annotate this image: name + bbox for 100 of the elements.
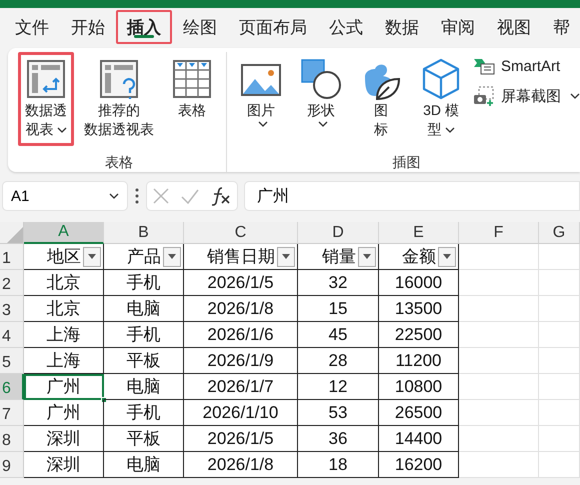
table-cell: 平板 [104,426,184,452]
ribbon-tab[interactable]: 数据 [374,10,430,44]
table-cell: 手机 [104,270,184,296]
ribbon-tab[interactable]: 文件 [4,10,60,44]
ribbon-button[interactable]: 表格 [164,52,220,146]
table-cell: 上海 [24,348,104,374]
smartart-icon [473,56,495,76]
table-cell: 18 [298,452,379,478]
ribbon-button[interactable]: 数据透 视表 [18,52,74,146]
table-cell: 电脑 [104,374,184,400]
table-cell: 2026/1/8 [184,452,298,478]
table-cell: 北京 [24,296,104,322]
ribbon-button[interactable]: 形状 [293,52,349,146]
ribbon-tab[interactable]: 视图 [486,10,542,44]
table-cell: 北京 [24,270,104,296]
column-header[interactable]: B [104,222,184,244]
empty-cell [539,426,580,452]
ribbon-tab[interactable]: 插入 [116,10,172,44]
row-header[interactable]: 2 [0,270,24,296]
empty-cell [539,244,580,270]
table-cell: 32 [298,270,379,296]
dropdown-caret-icon [282,254,290,259]
dropdown-caret-icon [88,254,96,259]
filter-button[interactable] [358,246,376,266]
table-cell: 2026/1/7 [184,374,298,400]
table-icon [170,57,214,101]
ribbon-tab[interactable]: 帮 [542,10,580,44]
empty-cell [539,400,580,426]
table-cell: 11200 [379,348,459,374]
table-cell: 广州 [24,374,104,400]
function-icon[interactable] [210,186,232,206]
table-cell-text: 产品 [127,246,161,268]
empty-cell [539,452,580,478]
table-cell: 深圳 [24,452,104,478]
row-header[interactable]: 4 [0,322,24,348]
filter-button[interactable] [83,246,101,266]
ribbon-tab[interactable]: 公式 [318,10,374,44]
empty-cell [539,348,580,374]
column-header[interactable]: G [539,222,580,244]
ribbon-button[interactable]: 图 标 [353,52,409,146]
row-header[interactable]: 1 [0,244,24,270]
table-cell: 53 [298,400,379,426]
more-options-icon[interactable] [134,188,140,204]
table-cell: 26500 [379,400,459,426]
table-cell-text: 销量 [322,246,356,268]
table-cell: 12 [298,374,379,400]
column-header[interactable]: D [298,222,379,244]
empty-cell [539,270,580,296]
group-label: 表格 [105,154,133,172]
table-cell: 手机 [104,400,184,426]
ribbon-tab[interactable]: 绘图 [172,10,228,44]
empty-cell [539,322,580,348]
column-header[interactable]: F [459,222,539,244]
empty-cell [539,296,580,322]
table-cell: 2026/1/6 [184,322,298,348]
row-header[interactable]: 5 [0,348,24,374]
table-cell: 2026/1/5 [184,426,298,452]
table-cell: 15 [298,296,379,322]
filter-button[interactable] [438,246,456,266]
ribbon-button[interactable]: 图片 [233,52,289,146]
table-cell: 2026/1/8 [184,296,298,322]
filter-button[interactable] [163,246,181,266]
dropdown-caret-icon [109,192,119,200]
table-cell: 13500 [379,296,459,322]
dropdown-caret-icon [168,254,176,259]
corner-triangle-icon [7,227,23,243]
table-cell: 28 [298,348,379,374]
row-header[interactable]: 9 [0,452,24,478]
ribbon-button[interactable]: SmartArt [473,56,580,76]
ribbon-tab[interactable]: 开始 [60,10,116,44]
ribbon-button[interactable]: 3D 模 型 [413,52,469,146]
row-header[interactable]: 8 [0,426,24,452]
ribbon-tab[interactable]: 页面布局 [228,10,318,44]
table-cell: 14400 [379,426,459,452]
ribbon-button[interactable]: 推荐的 数据透视表 [78,52,160,146]
ribbon-button[interactable]: 屏幕截图 [473,86,580,106]
row-header[interactable]: 7 [0,400,24,426]
table-cell: 22500 [379,322,459,348]
shapes-icon [299,57,343,101]
table-cell: 上海 [24,322,104,348]
table-cell-text: 地区 [47,246,81,268]
empty-cell [539,374,580,400]
name-box[interactable]: A1 [2,181,128,211]
group-label: 插图 [392,154,420,172]
table-cell: 电脑 [104,452,184,478]
pivot-table-icon [24,57,68,101]
table-cell: 2026/1/10 [184,400,298,426]
camera-screenshot-icon [473,86,495,106]
table-cell: 平板 [104,348,184,374]
row-header[interactable]: 3 [0,296,24,322]
table-cell: 16000 [379,270,459,296]
filter-button[interactable] [277,246,295,266]
column-header[interactable]: E [379,222,459,244]
column-header[interactable]: C [184,222,298,244]
formula-field[interactable]: 广州 [244,181,580,211]
table-cell: 45 [298,322,379,348]
table-cell: 16200 [379,452,459,478]
table-cell-text: 销售日期 [207,246,275,268]
ribbon-tab[interactable]: 审阅 [430,10,486,44]
table-cell: 2026/1/5 [184,270,298,296]
